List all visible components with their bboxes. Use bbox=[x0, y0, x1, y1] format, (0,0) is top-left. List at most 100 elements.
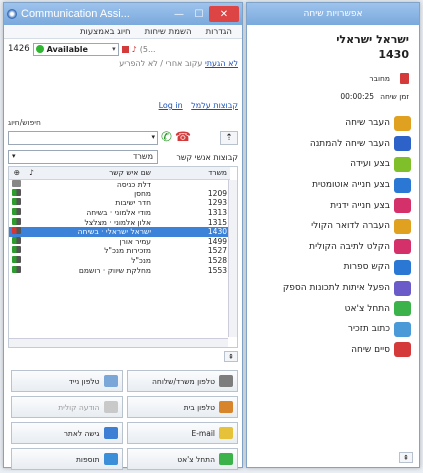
group-filter-dropdown[interactable]: ▾ משרד bbox=[8, 150, 158, 164]
call-options-panel: אפשרויות שיחה ישראל ישראלי 1430 מחובר 00… bbox=[246, 2, 420, 468]
action-dialpad[interactable]: הקש ספרות bbox=[247, 257, 411, 278]
action-signal[interactable]: הפעל איתות לתכונות הספק bbox=[247, 278, 411, 299]
email-button[interactable]: E-mail bbox=[126, 422, 238, 444]
chat-button[interactable]: התחל צ'אט bbox=[126, 448, 238, 470]
home-phone-button[interactable]: טלפון בית bbox=[126, 396, 238, 418]
action-conference[interactable]: בצע ועידה bbox=[247, 154, 411, 175]
record-icon bbox=[394, 239, 411, 255]
action-label: הקלט לתיבה הקולית bbox=[309, 241, 390, 252]
button-label: טלפון משרד/שלוחה bbox=[152, 376, 215, 386]
maximize-button[interactable]: ☐ bbox=[189, 6, 209, 22]
office-phone-button[interactable]: טלפון משרד/שלוחה bbox=[126, 370, 238, 392]
table-row[interactable]: דלת כניסה bbox=[9, 179, 230, 189]
office-column-header[interactable]: משרד bbox=[154, 167, 230, 180]
dialpad-icon bbox=[394, 259, 411, 275]
not-available-link[interactable]: לא הגעתי bbox=[205, 59, 238, 68]
panel-toggle-icon[interactable]: ⇞ bbox=[399, 452, 413, 463]
contact-name-cell: מזכירות מנכ"ל bbox=[104, 246, 151, 256]
row-status-cell bbox=[9, 246, 23, 256]
website-button[interactable]: גישה לאתר bbox=[11, 422, 123, 444]
mobile-phone-icon bbox=[103, 375, 118, 387]
email-icon bbox=[219, 427, 233, 439]
panel-toggle-icon[interactable]: ⇞ bbox=[224, 351, 238, 362]
action-chat[interactable]: התחל צ'אט bbox=[247, 298, 411, 319]
presence-status-icon bbox=[12, 227, 21, 235]
presence-column-header[interactable]: ♪ bbox=[23, 167, 37, 180]
missed-calls-icon[interactable]: ♪ bbox=[132, 45, 137, 54]
action-label: העברה לדואר הקולי bbox=[311, 221, 390, 232]
expand-icon[interactable]: ⇡ bbox=[220, 130, 238, 145]
addons-button[interactable]: תוספות bbox=[11, 448, 123, 470]
contact-name-cell: מחלקת שיווק · רושמם bbox=[78, 265, 151, 275]
table-header: ⊕ ♪ שם איש קשר משרד bbox=[9, 167, 230, 180]
mobile-phone-button[interactable]: טלפון נייד bbox=[11, 370, 123, 392]
action-label: הקש ספרות bbox=[343, 262, 390, 273]
contact-office-cell: 1209 bbox=[207, 188, 227, 198]
extension-number: 1426 bbox=[8, 44, 30, 54]
action-memo[interactable]: כתוב תזכיר bbox=[247, 319, 411, 340]
hangup-button[interactable]: ☎ bbox=[175, 130, 191, 145]
dial-button[interactable]: ✆ bbox=[161, 130, 172, 145]
row-status-cell bbox=[9, 226, 23, 237]
action-transfer-call[interactable]: העבר שיחה bbox=[247, 113, 411, 134]
table-row[interactable]: מודי אלמוני · בשיחה 1313 bbox=[9, 208, 230, 218]
action-label: הפעל איתות לתכונות הספק bbox=[282, 283, 390, 294]
follow-me-link[interactable]: עקוב אחרי / לא להפריע bbox=[119, 59, 202, 68]
action-auto-park[interactable]: בצע חנייה אוטומטית bbox=[247, 175, 411, 196]
contact-office-cell: 1553 bbox=[207, 265, 227, 275]
horizontal-scrollbar[interactable] bbox=[9, 338, 228, 347]
presence-status-icon bbox=[12, 217, 21, 225]
presence-status-icon bbox=[12, 179, 21, 187]
contact-office-cell bbox=[154, 179, 230, 189]
close-button[interactable]: ✕ bbox=[209, 6, 239, 22]
table-row[interactable]: מזכירות מנכ"ל 1527 bbox=[9, 246, 230, 256]
row-status-cell bbox=[9, 265, 23, 275]
search-input[interactable]: ▾ bbox=[8, 130, 158, 145]
status-column-header[interactable]: ⊕ bbox=[9, 167, 23, 180]
vertical-scrollbar[interactable] bbox=[228, 180, 237, 337]
contact-actions-grid: טלפון נייד טלפון משרד/שלוחה הודעה קולית טלפ… bbox=[8, 370, 238, 470]
menu-dial-via[interactable]: חיוג באמצעות bbox=[80, 27, 131, 38]
window-titlebar[interactable]: Communication Assi... — ☐ ✕ bbox=[4, 3, 242, 25]
action-label: העבר שיחה להמתנה bbox=[309, 138, 390, 149]
table-row[interactable]: אלון אלמוני · מצלצל 1315 bbox=[9, 217, 230, 227]
action-hangup[interactable]: סיים שיחה bbox=[247, 340, 411, 361]
contact-name-cell: דלת כניסה bbox=[116, 179, 151, 189]
caller-name: ישראל ישראלי bbox=[336, 33, 409, 46]
presence-dropdown[interactable]: Available ▾ bbox=[32, 42, 119, 56]
table-row[interactable]: ישראל ישראלי · בשיחה 1430 bbox=[9, 226, 230, 237]
table-row[interactable]: מחסן 1209 bbox=[9, 188, 230, 199]
menu-settings[interactable]: הגדרות bbox=[206, 27, 232, 38]
table-row[interactable]: עמיר אורן 1499 bbox=[9, 236, 230, 247]
table-row[interactable]: מנכ"ל 1528 bbox=[9, 256, 230, 266]
button-label: E-mail bbox=[191, 428, 215, 438]
name-column-header[interactable]: שם איש קשר bbox=[37, 167, 154, 180]
voicemail-transfer-icon bbox=[394, 218, 411, 234]
login-groups-link[interactable]: קבוצות עלמל bbox=[191, 101, 238, 110]
table-row[interactable]: חדר ישיבות 1293 bbox=[9, 198, 230, 208]
office-phone-icon bbox=[219, 375, 233, 387]
action-record[interactable]: הקלט לתיבה הקולית bbox=[247, 237, 411, 258]
action-manual-park[interactable]: בצע חנייה ידנית bbox=[247, 195, 411, 216]
transfer-call-icon bbox=[394, 115, 411, 131]
row-presence-cell bbox=[23, 217, 37, 227]
menu-route-calls[interactable]: השמת שיחות bbox=[145, 27, 192, 38]
row-status-cell bbox=[9, 236, 23, 247]
phone-icon bbox=[400, 73, 409, 84]
action-voicemail-transfer[interactable]: העברה לדואר הקולי bbox=[247, 216, 411, 237]
voicemail-button[interactable]: הודעה קולית bbox=[11, 396, 123, 418]
action-hold-call[interactable]: העבר שיחה להמתנה bbox=[247, 134, 411, 155]
memo-icon bbox=[394, 321, 411, 337]
presence-status-icon bbox=[12, 236, 21, 244]
action-label: בצע חנייה ידנית bbox=[330, 200, 390, 211]
line-status: מחובר bbox=[369, 74, 390, 83]
chevron-down-icon: ▾ bbox=[112, 45, 116, 53]
table-row[interactable]: מחלקת שיווק · רושמם 1553 bbox=[9, 265, 230, 275]
action-label: התחל צ'אט bbox=[344, 303, 390, 314]
caller-number: 1430 bbox=[378, 48, 409, 61]
contact-name-cell: מנכ"ל bbox=[131, 256, 151, 266]
minimize-button[interactable]: — bbox=[169, 6, 189, 22]
login-link[interactable]: Log in bbox=[159, 101, 183, 110]
button-label: תוספות bbox=[76, 454, 100, 464]
search-label: חיפוש/חיוג bbox=[8, 118, 41, 127]
